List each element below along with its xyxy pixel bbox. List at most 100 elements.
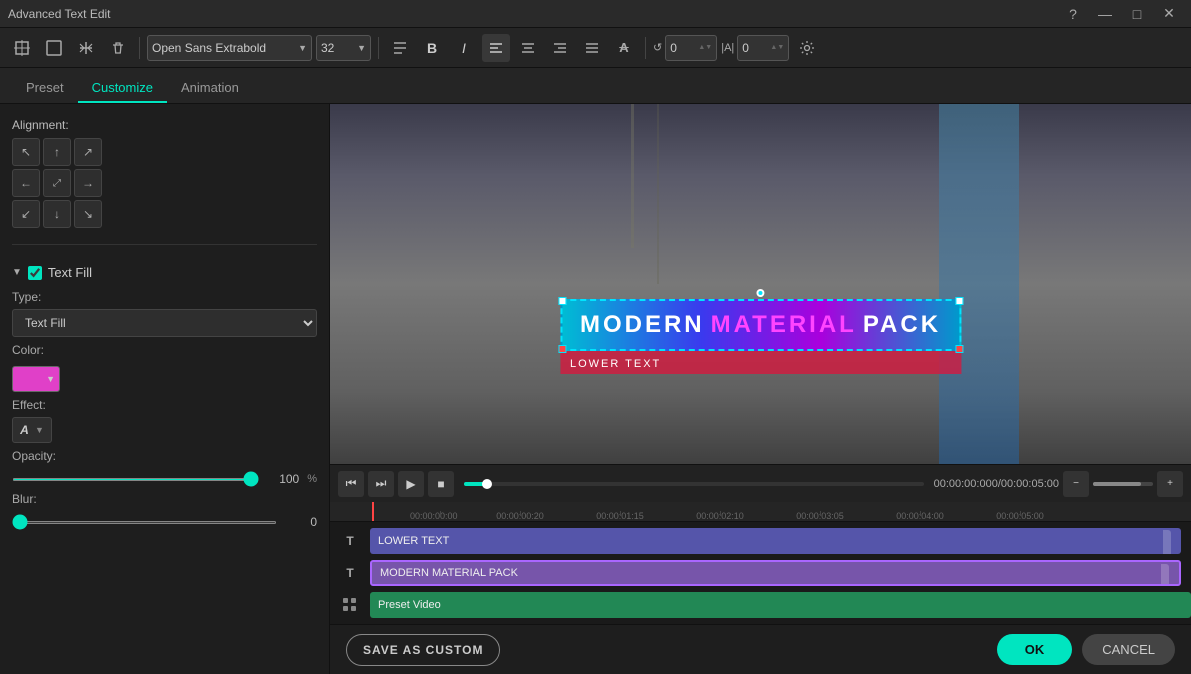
main-layout: Alignment: ↖ ↑ ↗ ← ⤢ → ↙ ↓ ↘ ▼ Text Fill xyxy=(0,104,1191,674)
opacity-unit: % xyxy=(307,473,317,485)
help-icon: ? xyxy=(1069,6,1077,22)
ok-button[interactable]: OK xyxy=(997,634,1073,665)
close-icon: ✕ xyxy=(1163,5,1175,22)
spacing-icon: |A| xyxy=(721,42,734,54)
tab-preset[interactable]: Preset xyxy=(12,74,78,103)
volume-up-button[interactable]: + xyxy=(1157,471,1183,497)
volume-down-button[interactable]: − xyxy=(1063,471,1089,497)
help-button[interactable]: ? xyxy=(1059,0,1087,28)
align-bottom-center[interactable]: ↓ xyxy=(43,200,71,228)
stop-button[interactable]: ■ xyxy=(428,471,454,497)
delete-tool-icon[interactable] xyxy=(104,34,132,62)
text-overlay[interactable]: MODERN MATERIAL PACK LOWER TEXT xyxy=(560,299,961,374)
effect-control-row: A ▼ xyxy=(12,417,317,443)
blur-slider[interactable] xyxy=(12,521,277,524)
alignment-label: Alignment: xyxy=(12,118,317,132)
clip-lower-resize[interactable] xyxy=(1163,530,1171,554)
align-right-icon[interactable] xyxy=(546,34,574,62)
right-panel: MODERN MATERIAL PACK LOWER TEXT xyxy=(330,104,1191,674)
clip-modern-resize[interactable] xyxy=(1161,564,1169,586)
rotation-input[interactable]: 0 ▲▼ xyxy=(665,35,717,61)
corner-handle-bl[interactable] xyxy=(558,345,566,353)
color-swatch[interactable]: ▼ xyxy=(12,366,60,392)
titlebar-icons: ? — □ ✕ xyxy=(1059,0,1183,28)
time-display: 00:00:00:000/00:00:05:00 xyxy=(934,478,1059,490)
align-middle-right[interactable]: → xyxy=(74,169,102,197)
progress-knob[interactable] xyxy=(482,479,492,489)
align-center-icon[interactable] xyxy=(514,34,542,62)
align-middle-center[interactable]: ⤢ xyxy=(43,169,71,197)
type-select-wrap: Text Fill xyxy=(12,309,317,337)
align-top-center[interactable]: ↑ xyxy=(43,138,71,166)
align-left-icon[interactable] xyxy=(482,34,510,62)
align-bottom-left[interactable]: ↙ xyxy=(12,200,40,228)
crop-tool-icon[interactable] xyxy=(40,34,68,62)
main-text-bar: MODERN MATERIAL PACK xyxy=(560,299,961,351)
play-button[interactable]: ▶ xyxy=(398,471,424,497)
toolbar: Open Sans Extrabold ▼ 32 ▼ B I xyxy=(0,28,1191,68)
skip-back-button[interactable]: ⏮ xyxy=(338,471,364,497)
clip-modern-material[interactable]: MODERN MATERIAL PACK xyxy=(370,560,1181,586)
maximize-button[interactable]: □ xyxy=(1123,0,1151,28)
type-select[interactable]: Text Fill xyxy=(12,309,317,337)
step-back-button[interactable]: ⏭ xyxy=(368,471,394,497)
align-middle-left[interactable]: ← xyxy=(12,169,40,197)
opacity-slider-row: 100 % xyxy=(12,472,317,486)
rotation-icon: ↺ xyxy=(653,41,662,54)
track3-icon xyxy=(330,598,370,612)
font-size-input[interactable]: 32 ▼ xyxy=(316,35,371,61)
tab-customize[interactable]: Customize xyxy=(78,74,167,103)
font-family-selector[interactable]: Open Sans Extrabold ▼ xyxy=(147,35,312,61)
cancel-button[interactable]: CANCEL xyxy=(1082,634,1175,665)
collapse-arrow[interactable]: ▼ xyxy=(12,267,22,278)
effect-selector[interactable]: A ▼ xyxy=(12,417,52,443)
corner-handle-tl xyxy=(558,297,566,305)
volume-bar[interactable] xyxy=(1093,482,1153,486)
action-bar: SAVE AS CUSTOM OK CANCEL xyxy=(330,624,1191,674)
align-justify-icon[interactable] xyxy=(578,34,606,62)
timeline-progress[interactable] xyxy=(464,482,924,486)
clip-preset-video[interactable]: Preset Video xyxy=(370,592,1191,618)
text-fill-checkbox[interactable] xyxy=(28,266,42,280)
lower-text-bar: LOWER TEXT xyxy=(560,351,961,374)
align-top-right[interactable]: ↗ xyxy=(74,138,102,166)
italic-button[interactable]: I xyxy=(450,34,478,62)
effect-dropdown-icon: ▼ xyxy=(35,425,44,435)
playhead-ruler xyxy=(372,502,374,521)
corner-handle-br[interactable] xyxy=(955,345,963,353)
align-bottom-right[interactable]: ↘ xyxy=(74,200,102,228)
flip-tool-icon[interactable] xyxy=(72,34,100,62)
opacity-slider[interactable] xyxy=(12,478,259,481)
divider-1 xyxy=(12,244,317,245)
opacity-row: Opacity: 100 % xyxy=(12,449,317,486)
toolbar-separator-1 xyxy=(139,37,140,59)
corner-handle-tr[interactable] xyxy=(955,297,963,305)
color-picker-row: ▼ xyxy=(12,366,317,392)
close-button[interactable]: ✕ xyxy=(1155,0,1183,28)
save-as-custom-button[interactable]: SAVE AS CUSTOM xyxy=(346,634,500,666)
main-text-word1: MODERN xyxy=(580,311,705,339)
track3-content: Preset Video xyxy=(370,590,1191,620)
text-fill-label: Text Fill xyxy=(48,265,92,280)
blur-row: Blur: 0 xyxy=(12,492,317,529)
font-size-arrow: ▼ xyxy=(357,43,366,53)
minimize-button[interactable]: — xyxy=(1091,0,1119,28)
tab-animation[interactable]: Animation xyxy=(167,74,253,103)
preview-area: MODERN MATERIAL PACK LOWER TEXT xyxy=(330,104,1191,464)
rotation-value: 0 xyxy=(670,41,677,55)
char-spacing-input[interactable]: 0 ▲▼ xyxy=(737,35,789,61)
titlebar: Advanced Text Edit ? — □ ✕ xyxy=(0,0,1191,28)
text-spacing-icon[interactable] xyxy=(386,34,414,62)
clip-lower-text[interactable]: LOWER TEXT xyxy=(370,528,1181,554)
bold-button[interactable]: B xyxy=(418,34,446,62)
align-top-left[interactable]: ↖ xyxy=(12,138,40,166)
titlebar-left: Advanced Text Edit xyxy=(8,7,111,21)
strikethrough-icon[interactable]: A xyxy=(610,34,638,62)
move-tool-icon[interactable] xyxy=(8,34,36,62)
minimize-icon: — xyxy=(1098,6,1112,22)
settings-icon[interactable] xyxy=(793,34,821,62)
bg-mat xyxy=(939,104,1019,464)
ruler-mark-0: 00:00:00:00 xyxy=(410,511,470,521)
bold-icon: B xyxy=(427,40,437,56)
toolbar-separator-2 xyxy=(378,37,379,59)
